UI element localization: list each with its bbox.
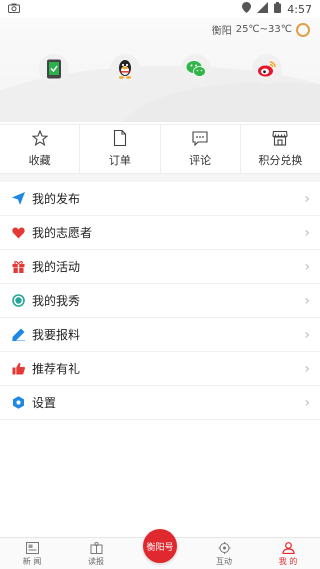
hengyang-center-button[interactable]: 衡阳号 bbox=[143, 529, 177, 563]
news-icon bbox=[25, 542, 39, 554]
camera-icon bbox=[8, 3, 20, 16]
status-time: 4:57 bbox=[287, 2, 312, 16]
weather-city: 衡阳 bbox=[211, 26, 232, 37]
chevron-right-icon: › bbox=[304, 224, 310, 241]
section-divider bbox=[0, 174, 320, 182]
favorites-button[interactable]: 收藏 bbox=[0, 125, 81, 173]
nav-tab-label: 读报 bbox=[88, 557, 104, 566]
weather-widget[interactable]: 衡阳 25℃~33℃ bbox=[212, 22, 310, 37]
user-icon bbox=[281, 542, 295, 554]
menu-item-label: 我的志愿者 bbox=[32, 226, 93, 240]
chevron-right-icon: › bbox=[304, 326, 310, 343]
wechat-icon bbox=[186, 61, 206, 77]
weather-temp: 25℃~33℃ bbox=[235, 24, 292, 35]
chevron-right-icon: › bbox=[304, 258, 310, 275]
phone-login-icon bbox=[46, 59, 61, 79]
menu-item-label: 设置 bbox=[32, 396, 57, 410]
battery-icon bbox=[274, 2, 282, 16]
quick-action-label: 评论 bbox=[189, 153, 212, 167]
menu-list: 我的发布 › 我的志愿者 › 我的活动 › 我的我秀 › 我要报料 › 推荐有礼 bbox=[0, 182, 320, 420]
sun-cloud-icon bbox=[296, 22, 310, 37]
menu-item-my-show[interactable]: 我的我秀 › bbox=[0, 284, 320, 318]
status-bar: 4:57 bbox=[0, 0, 320, 18]
store-icon bbox=[272, 130, 288, 146]
signal-icon bbox=[257, 2, 269, 16]
quick-action-label: 积分兑换 bbox=[258, 154, 303, 167]
nav-tab-news[interactable]: 新 闻 bbox=[0, 538, 64, 569]
quick-action-label: 订单 bbox=[108, 154, 131, 167]
nav-tab-label: 新 闻 bbox=[22, 557, 42, 566]
thumbs-up-icon bbox=[10, 361, 26, 377]
settings-icon bbox=[10, 395, 26, 411]
pencil-icon bbox=[10, 327, 26, 343]
menu-item-label: 我要报料 bbox=[32, 328, 81, 342]
interact-icon bbox=[218, 542, 230, 554]
gift-icon bbox=[10, 259, 26, 275]
menu-item-my-activities[interactable]: 我的活动 › bbox=[0, 250, 320, 284]
chevron-right-icon: › bbox=[304, 190, 310, 207]
weibo-login-button[interactable] bbox=[251, 54, 282, 84]
menu-item-referral-reward[interactable]: 推荐有礼 › bbox=[0, 352, 320, 386]
wechat-login-button[interactable] bbox=[180, 54, 211, 84]
nav-tab-interact[interactable]: 互动 bbox=[192, 538, 256, 569]
profile-header: 衡阳 25℃~33℃ bbox=[0, 18, 320, 122]
heart-icon bbox=[10, 225, 26, 241]
menu-item-label: 我的我秀 bbox=[32, 294, 81, 308]
nav-tab-label: 互动 bbox=[216, 557, 232, 566]
menu-item-settings[interactable]: 设置 › bbox=[0, 386, 320, 420]
quick-actions-bar: 收藏 订单 评论 积分兑换 bbox=[0, 124, 320, 174]
comments-button[interactable]: 评论 bbox=[161, 125, 241, 173]
chevron-right-icon: › bbox=[304, 394, 310, 411]
chevron-right-icon: › bbox=[304, 360, 310, 377]
menu-item-my-posts[interactable]: 我的发布 › bbox=[0, 182, 320, 216]
newspaper-icon bbox=[90, 542, 102, 554]
center-button-label: 衡阳号 bbox=[146, 542, 174, 553]
menu-item-label: 我的活动 bbox=[32, 260, 81, 274]
menu-item-label: 推荐有礼 bbox=[32, 362, 81, 376]
social-login-row bbox=[0, 54, 320, 84]
quick-action-label: 收藏 bbox=[28, 154, 51, 167]
star-icon bbox=[31, 130, 48, 146]
weibo-icon bbox=[257, 61, 276, 77]
chevron-right-icon: › bbox=[304, 292, 310, 309]
qq-icon bbox=[118, 60, 131, 79]
qq-login-button[interactable] bbox=[109, 54, 140, 84]
phone-login-button[interactable] bbox=[38, 54, 69, 84]
location-icon bbox=[242, 2, 252, 16]
nav-tab-mine[interactable]: 我 的 bbox=[256, 538, 320, 569]
orders-button[interactable]: 订单 bbox=[80, 125, 161, 173]
menu-item-label: 我的发布 bbox=[32, 192, 81, 206]
nav-tab-label: 我 的 bbox=[278, 557, 298, 566]
menu-item-submit-tip[interactable]: 我要报料 › bbox=[0, 318, 320, 352]
menu-item-my-volunteer[interactable]: 我的志愿者 › bbox=[0, 216, 320, 250]
comment-icon bbox=[192, 130, 208, 146]
circle-icon bbox=[10, 293, 26, 309]
nav-tab-newspaper[interactable]: 读报 bbox=[64, 538, 128, 569]
points-exchange-button[interactable]: 积分兑换 bbox=[241, 125, 320, 173]
send-icon bbox=[10, 191, 26, 207]
document-icon bbox=[113, 130, 126, 146]
